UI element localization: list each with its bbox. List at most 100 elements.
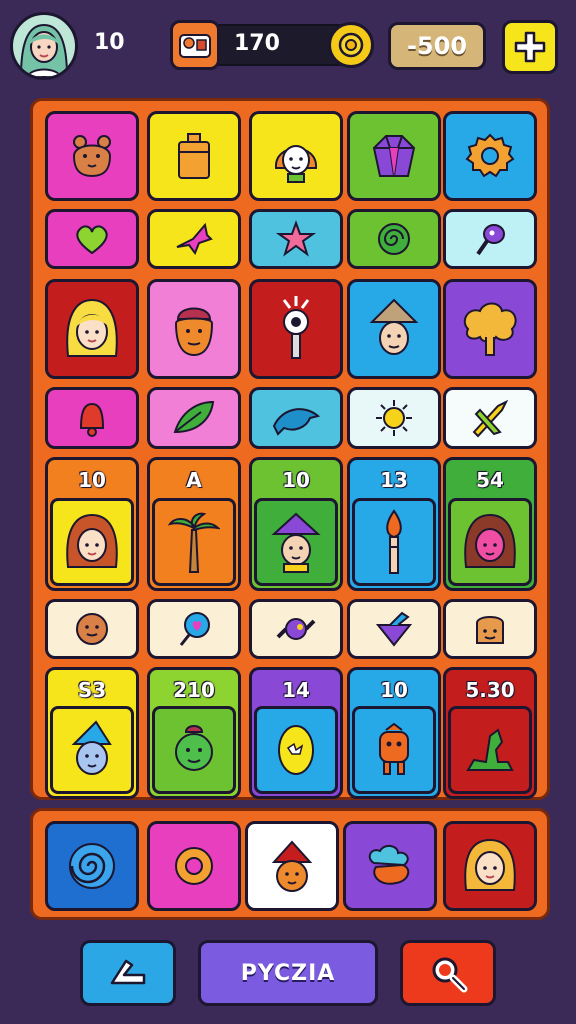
tile-value: 54: [476, 468, 504, 492]
tile-cookie[interactable]: [45, 599, 139, 659]
tile-dino[interactable]: 5.30: [443, 667, 537, 799]
tile-torch[interactable]: [249, 279, 343, 379]
tile-red-hair[interactable]: 10: [45, 457, 139, 591]
bread-face-icon: [476, 616, 504, 644]
purple-hat-icon: [271, 512, 321, 573]
donut-icon: [175, 847, 213, 885]
tree-icon: [463, 302, 517, 356]
back-button[interactable]: [80, 940, 176, 1006]
starfish-icon: [275, 220, 317, 257]
tile-value: 10: [78, 468, 106, 492]
game-board: 10 A 10 13 54 S3 210 14 10 5.30: [30, 98, 550, 800]
dock-item-elf[interactable]: [245, 821, 339, 911]
gold-coin-icon: [328, 22, 374, 68]
dock-item-girl[interactable]: [443, 821, 537, 911]
eye-torch-icon: [282, 296, 310, 359]
tile-gear[interactable]: [443, 111, 537, 201]
lollipop-icon: [179, 612, 210, 646]
tile-value: A: [186, 468, 202, 492]
pencil-arrow-icon: [110, 959, 146, 985]
redhead-girl-icon: [66, 513, 118, 568]
tile-value: 10: [380, 678, 408, 702]
tile-robot[interactable]: 10: [347, 667, 441, 799]
tile-girl-orange[interactable]: [249, 111, 343, 201]
tile-spiral[interactable]: [347, 209, 441, 269]
search-button[interactable]: [400, 940, 496, 1006]
main-action-button[interactable]: PYCZIA: [198, 940, 378, 1006]
bird-icon: [176, 222, 213, 256]
palm-tree-icon: [168, 512, 220, 573]
tile-bread[interactable]: [443, 599, 537, 659]
monster-icon: [379, 722, 409, 775]
dinosaur-icon: [466, 728, 514, 771]
girl-face-icon: [274, 145, 318, 183]
whirlpool-icon: [69, 843, 115, 889]
blonde-face-icon: [464, 838, 516, 891]
spinning-top-icon: [375, 611, 413, 647]
tile-candy[interactable]: [249, 599, 343, 659]
bear-icon: [72, 135, 112, 178]
tile-blonde[interactable]: [45, 279, 139, 379]
blonde-girl-icon: [66, 298, 118, 357]
tile-wizard[interactable]: [347, 279, 441, 379]
tile-pink-girl[interactable]: 54: [443, 457, 537, 591]
tile-jar[interactable]: [147, 111, 241, 201]
spiral-icon: [378, 223, 410, 255]
tile-starfish[interactable]: [249, 209, 343, 269]
tile-knife[interactable]: [443, 387, 537, 449]
jar-icon: [178, 133, 210, 179]
tile-palm[interactable]: A: [147, 457, 241, 591]
item-dock: [30, 808, 550, 920]
cloud-icon: [368, 845, 410, 885]
tile-orange-man[interactable]: [147, 279, 241, 379]
tile-witch[interactable]: 10: [249, 457, 343, 591]
tile-value: 13: [380, 468, 408, 492]
leaf-icon: [173, 400, 215, 434]
score-display: -500: [388, 22, 486, 70]
popsicle-icon: [476, 224, 505, 256]
player-level: 10: [94, 30, 125, 55]
tile-bell[interactable]: [45, 387, 139, 449]
tile-gnome[interactable]: S3: [45, 667, 139, 799]
heart-icon: [76, 225, 108, 255]
tile-heart[interactable]: [45, 209, 139, 269]
tile-value: 10: [282, 468, 310, 492]
dock-item-donut[interactable]: [147, 821, 241, 911]
plus-icon: [514, 31, 546, 63]
tile-gem[interactable]: [347, 111, 441, 201]
tile-bird[interactable]: [147, 209, 241, 269]
tile-value: 5.30: [465, 678, 515, 702]
green-head-icon: [175, 725, 213, 771]
coin-count: 170: [234, 31, 280, 56]
gem-icon: [372, 135, 416, 177]
dolphin-icon: [272, 408, 321, 436]
tile-brush[interactable]: 13: [347, 457, 441, 591]
bell-icon: [79, 402, 105, 437]
search-icon: [432, 957, 468, 993]
tile-egg[interactable]: 14: [249, 667, 343, 799]
top-bar: 10 170 -500: [0, 0, 576, 92]
dock-item-whirlpool[interactable]: [45, 821, 139, 911]
add-coins-button[interactable]: [502, 20, 558, 74]
crossed-tools-icon: [472, 399, 509, 438]
tile-lollipop[interactable]: [147, 599, 241, 659]
sun-icon: [376, 400, 412, 436]
egg-icon: [278, 725, 314, 775]
tile-top[interactable]: [347, 599, 441, 659]
tile-popsicle[interactable]: [443, 209, 537, 269]
dock-item-cloud[interactable]: [343, 821, 437, 911]
tile-leaf[interactable]: [147, 387, 241, 449]
tile-bear[interactable]: [45, 111, 139, 201]
tile-dolphin[interactable]: [249, 387, 343, 449]
tile-green-face[interactable]: 210: [147, 667, 241, 799]
shop-badge-icon[interactable]: [170, 20, 220, 70]
round-face-icon: [76, 613, 108, 645]
tile-sun[interactable]: [347, 387, 441, 449]
tile-tree[interactable]: [443, 279, 537, 379]
beanie-man-icon: [174, 307, 214, 357]
player-avatar[interactable]: [10, 12, 78, 80]
red-hat-face-icon: [271, 840, 313, 892]
wizard-hat-icon: [369, 298, 419, 355]
tile-value: S3: [77, 678, 107, 702]
brush-icon: [386, 509, 402, 574]
